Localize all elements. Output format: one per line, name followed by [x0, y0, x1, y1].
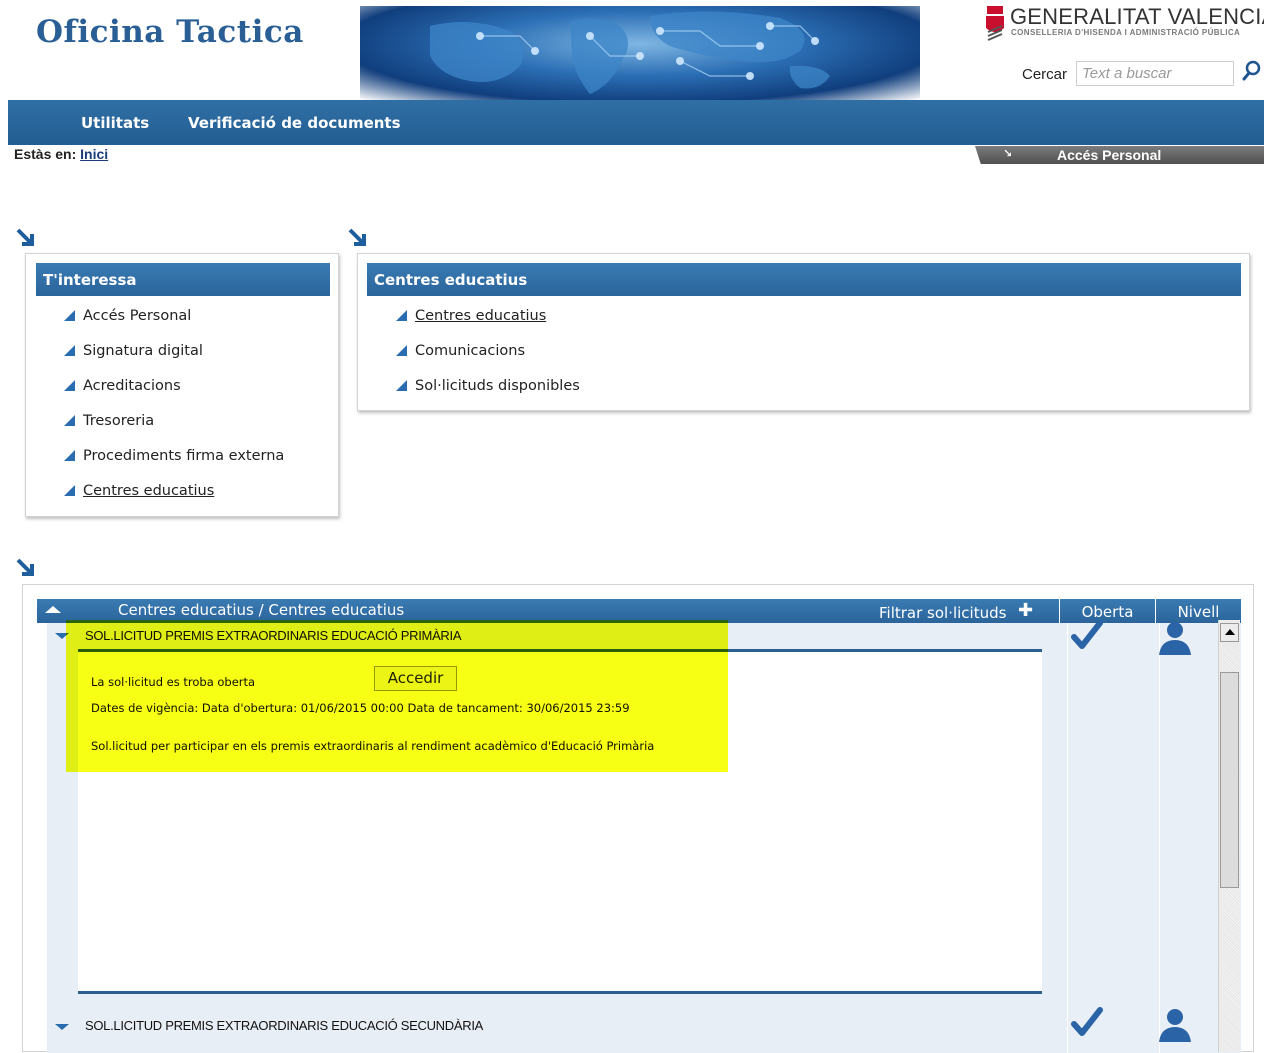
interessa-item-procediments-firma-externa[interactable]: Procediments firma externa [64, 448, 284, 483]
breadcrumb: Estàs en: Inici [14, 146, 108, 162]
triangle-bullet-icon [64, 310, 75, 321]
triangle-bullet-icon [64, 345, 75, 356]
requests-panel-header: Centres educatius / Centres educatius Fi… [37, 599, 1241, 623]
nav-item-verificacio-documents[interactable]: Verificació de documents [188, 114, 401, 132]
scroll-thumb[interactable] [1220, 672, 1239, 888]
section-arrow-icon [16, 228, 34, 246]
validity-dates-text: Dates de vigència: Data d'obertura: 01/0… [91, 701, 630, 715]
search-input[interactable] [1076, 61, 1234, 86]
search-label: Cercar [1022, 66, 1068, 83]
column-oberta-bg [1067, 623, 1159, 1053]
list-item-label: Sol·licituds disponibles [415, 378, 580, 394]
page-header: Oficina Tactica GENERALITAT VALENCI CONS… [0, 0, 1264, 100]
triangle-bullet-icon [64, 485, 75, 496]
interessa-list: Accés Personal Signatura digital Acredit… [64, 308, 284, 518]
list-item-label: Procediments firma externa [83, 448, 285, 464]
centres-box: Centres educatius Centres educatius Comu… [357, 253, 1250, 411]
search-icon[interactable] [1240, 58, 1262, 84]
triangle-bullet-icon [64, 450, 75, 461]
expand-toggle-icon[interactable] [55, 1024, 69, 1030]
requests-panel: Centres educatius / Centres educatius Fi… [22, 584, 1254, 1053]
personal-access-tab[interactable]: ↘ Accés Personal [975, 146, 1264, 164]
main-nav: Utilitats Verificació de documents [8, 100, 1264, 145]
personal-access-label: Accés Personal [1057, 147, 1162, 163]
list-item-label: Acreditacions [83, 378, 181, 394]
list-item-label: Signatura digital [83, 343, 203, 359]
list-item-label: Comunicacions [415, 343, 526, 359]
triangle-bullet-icon [396, 380, 407, 391]
access-button[interactable]: Accedir [374, 666, 457, 691]
expand-toggle-icon[interactable] [55, 633, 69, 639]
user-icon [1159, 622, 1191, 655]
user-icon [1159, 1009, 1191, 1042]
triangle-bullet-icon [396, 345, 407, 356]
nav-item-utilitats[interactable]: Utilitats [81, 114, 149, 132]
interessa-item-tresoreria[interactable]: Tresoreria [64, 413, 284, 448]
check-icon [1071, 620, 1103, 649]
filter-requests-link[interactable]: Filtrar sol·licituds [879, 604, 1006, 622]
vertical-scrollbar[interactable] [1218, 620, 1240, 1052]
plus-icon[interactable]: ✚ [1018, 600, 1033, 621]
request-title[interactable]: SOL.LICITUD PREMIS EXTRAORDINARIS EDUCAC… [85, 628, 462, 643]
panel-title: Centres educatius / Centres educatius [118, 601, 405, 619]
section-arrow-icon [16, 558, 34, 576]
arrow-up-icon [1225, 629, 1235, 635]
centres-item-centres-educatius[interactable]: Centres educatius [396, 308, 580, 343]
interessa-item-acces-personal[interactable]: Accés Personal [64, 308, 284, 343]
generalitat-logo: GENERALITAT VALENCIANA CONSELLERIA D'HIS… [984, 4, 1264, 44]
arrow-down-right-icon: ↘ [1003, 147, 1013, 160]
triangle-bullet-icon [64, 415, 75, 426]
app-title: Oficina Tactica [36, 14, 304, 50]
request-detail: La sol·licitud es troba oberta Accedir D… [78, 649, 1042, 994]
list-item-label[interactable]: Centres educatius [415, 308, 546, 324]
generalitat-crest-icon [986, 6, 1004, 41]
check-icon [1071, 1007, 1103, 1036]
org-subtitle: CONSELLERIA D'HISENDA I ADMINISTRACIÓ PÚ… [1011, 28, 1241, 37]
interessa-title: T'interessa [36, 263, 330, 296]
centres-item-comunicacions[interactable]: Comunicacions [396, 343, 580, 378]
collapse-up-icon[interactable] [45, 606, 61, 613]
centres-item-sollicituds-disponibles[interactable]: Sol·licituds disponibles [396, 378, 580, 413]
interessa-box: T'interessa Accés Personal Signatura dig… [25, 253, 339, 517]
interessa-item-centres-educatius[interactable]: Centres educatius [64, 483, 284, 518]
requests-list: SOL.LICITUD PREMIS EXTRAORDINARIS EDUCAC… [47, 620, 1241, 1053]
world-map-banner [360, 6, 920, 100]
interessa-item-acreditacions[interactable]: Acreditacions [64, 378, 284, 413]
request-description: Sol.licitud per participar en els premis… [91, 739, 655, 753]
interessa-item-signatura-digital[interactable]: Signatura digital [64, 343, 284, 378]
list-item-label: Accés Personal [83, 308, 192, 324]
org-name: GENERALITAT VALENCIANA [1010, 4, 1264, 29]
section-arrow-icon [348, 228, 366, 246]
centres-title: Centres educatius [367, 263, 1241, 296]
triangle-bullet-icon [396, 310, 407, 321]
centres-list: Centres educatius Comunicacions Sol·lici… [396, 308, 580, 413]
request-status-text: La sol·licitud es troba oberta [91, 675, 256, 689]
breadcrumb-home-link[interactable]: Inici [80, 146, 108, 162]
breadcrumb-prefix: Estàs en: [14, 146, 77, 162]
scroll-up-button[interactable] [1220, 623, 1239, 642]
triangle-bullet-icon [64, 380, 75, 391]
list-item-label: Tresoreria [83, 413, 155, 429]
request-title[interactable]: SOL.LICITUD PREMIS EXTRAORDINARIS EDUCAC… [85, 1018, 483, 1033]
list-item-label[interactable]: Centres educatius [83, 483, 214, 499]
